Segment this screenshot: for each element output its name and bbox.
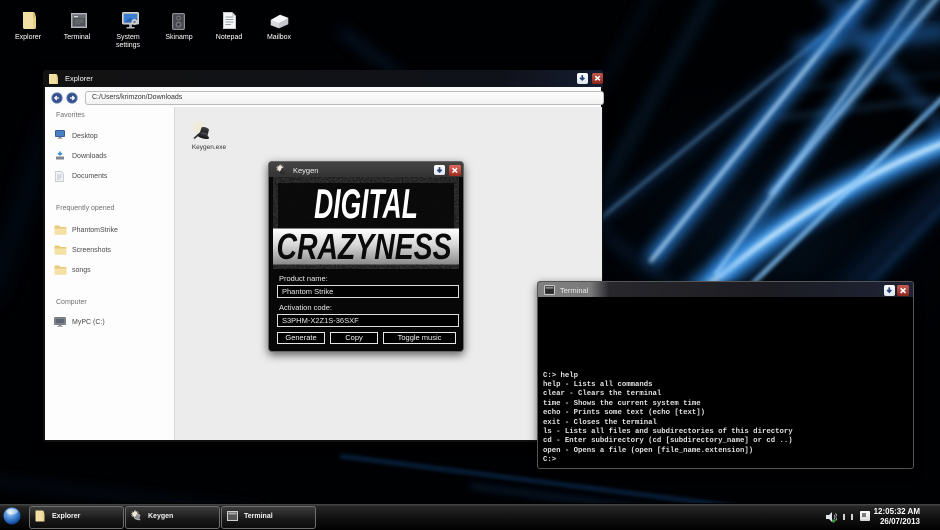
svg-text:DIGITAL: DIGITAL xyxy=(314,181,418,227)
svg-text:CRAZYNESS: CRAZYNESS xyxy=(276,226,452,267)
